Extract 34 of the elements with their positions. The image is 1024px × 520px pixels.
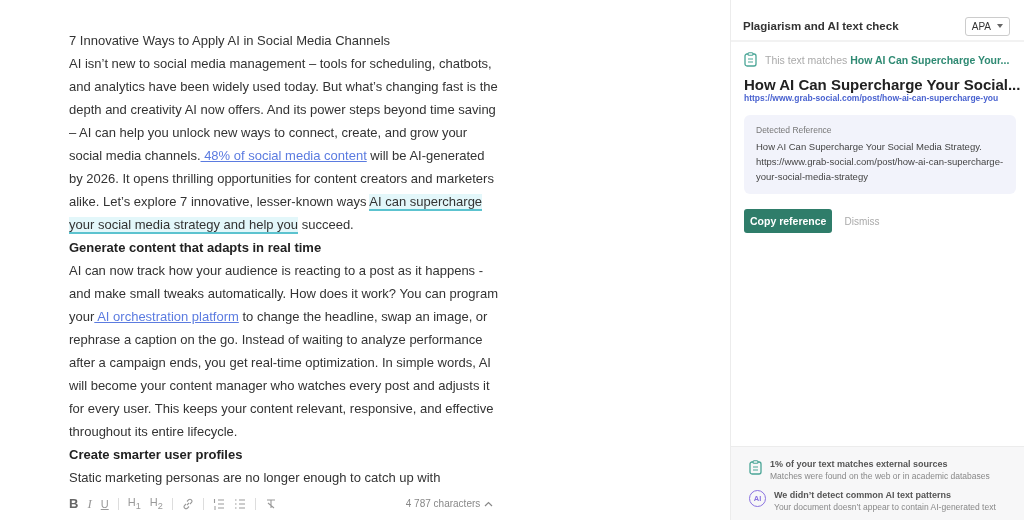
document-title: 7 Innovative Ways to Apply AI in Social Media Channels	[69, 32, 392, 50]
format-button[interactable]: B	[69, 496, 79, 511]
copy-reference-button[interactable]: Copy reference	[744, 209, 833, 233]
text-link[interactable]: 48% of social media content	[200, 148, 367, 163]
format-button[interactable]: H$_{1}$	[127, 495, 141, 512]
link-icon[interactable]	[181, 497, 194, 510]
summary-detail: Your document doesn’t appear to contain AI-generated text	[774, 502, 996, 512]
reference-label: Detected Reference	[756, 125, 833, 135]
format-button[interactable]: I	[87, 495, 92, 512]
clipboard-icon	[749, 460, 762, 475]
section-heading: Create smarter user profiles	[69, 446, 244, 464]
format-button[interactable]: U	[100, 497, 109, 510]
citation-style-dropdown[interactable]: APA	[964, 16, 1010, 36]
summary-title: 1% of your text matches external sources	[770, 459, 949, 469]
format-button[interactable]: H$_{2}$	[149, 495, 163, 512]
bullet-list-icon[interactable]	[233, 497, 246, 510]
numbered-list-icon[interactable]	[212, 497, 225, 510]
paragraph: AI can now track how your audience is reacting to a post as it happens - and make small tweaks automatically. How does it work? You can program your AI orchestration platform to change the headline, swap an image, or rephrase a caption on the go. Instead of waiting to analyze performance after a campaign ends, you get real-time optimization. In simple words, AI will become your content manager who watches every post and adjusts it for every user. This keeps your content relevant, responsive, and effective throughout its entire lifecycle.	[69, 262, 499, 441]
section-heading: Generate content that adapts in real time	[69, 239, 323, 257]
clear-format-icon[interactable]	[264, 497, 277, 510]
panel-title: Plagiarism and AI text check	[743, 20, 899, 32]
paragraph: Static marketing personas are no longer enough to catch up with	[69, 469, 442, 487]
paragraph: AI isn’t new to social media management – tools for scheduling, chatbots, and analytics have been widely used today. But what’s changing fast is the depth and creativity AI now offers. And its power steps beyond time saving – AI can help you unlock new ways to connect, create, and grow your social media channels. 48% of social media content will be AI-generated by 2026. It opens thrilling opportunities for content creators and marketers alike. Let’s explore 7 innovative, lesser-known ways AI can supercharge your social media strategy and help you succeed.	[69, 55, 499, 236]
dismiss-button[interactable]: Dismiss	[844, 215, 880, 227]
caret-up-icon[interactable]	[484, 500, 494, 507]
match-summary: This text matches How AI Can Supercharge Your...	[765, 53, 1010, 66]
summary-title: We didn’t detect common AI text patterns	[774, 490, 953, 500]
character-count[interactable]: 4 787 characters	[405, 498, 481, 509]
clipboard-icon	[744, 52, 757, 67]
summary-detail: Matches were found on the web or in academic databases	[770, 471, 990, 481]
reference-text: How AI Can Supercharge Your Social Media Strategy. https://www.grab-social.com/post/how-ai-can-supercharge-your-social-media-strategy	[756, 140, 1004, 184]
caret-down-icon	[997, 24, 1003, 28]
source-link[interactable]: https://www.grab-social.com/post/how-ai-can-supercharge-you	[744, 93, 1016, 103]
text-link[interactable]: AI orchestration platform	[94, 309, 239, 324]
